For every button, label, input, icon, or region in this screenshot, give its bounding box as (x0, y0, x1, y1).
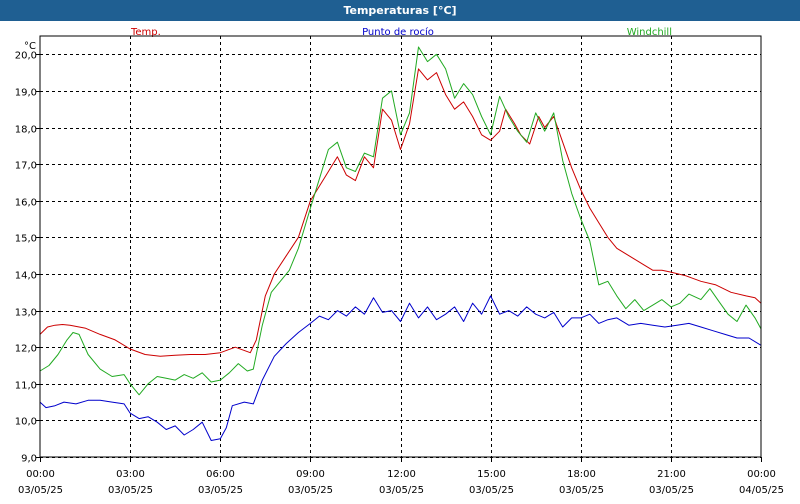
x-tick-date-label: 04/05/25 (739, 485, 784, 496)
x-tick-time-label: 12:00 (387, 469, 416, 480)
y-tick-label: 12,0 (15, 344, 37, 355)
chart-title: Temperaturas [°C] (343, 4, 457, 17)
x-axis-ticks: 00:00 03/05/25 03:00 03/05/25 06:00 03/05/25 0… (18, 457, 784, 496)
y-axis-ticks: 9,0 10,0 11,0 12,0 13,0 14,0 15,0 16,0 17,0 18,0 1… (15, 51, 40, 465)
chart-area: Temp. Punto de rocío Windchill °C 9,0 10,0 1… (0, 21, 800, 500)
x-tick-time-label: 18:00 (567, 469, 596, 480)
x-tick-date-label: 03/05/25 (108, 485, 153, 496)
x-tick-time-label: 00:00 (747, 469, 776, 480)
x-tick-time-label: 06:00 (206, 469, 235, 480)
x-tick-date-label: 03/05/25 (469, 485, 514, 496)
series-line-2 (39, 46, 762, 396)
y-tick-label: 10,0 (15, 417, 37, 428)
y-tick-label: 15,0 (15, 234, 37, 245)
y-tick-label: 14,0 (15, 271, 37, 282)
y-tick-label: 9,0 (21, 454, 37, 465)
x-tick-time-label: 00:00 (26, 469, 55, 480)
series-line-0 (39, 68, 762, 357)
x-tick-time-label: 03:00 (116, 469, 145, 480)
plot-frame (39, 35, 762, 458)
x-tick-time-label: 09:00 (296, 469, 325, 480)
x-tick-date-label: 03/05/25 (379, 485, 424, 496)
y-tick-label: 13,0 (15, 308, 37, 319)
y-tick-label: 18,0 (15, 125, 37, 136)
y-tick-label: 19,0 (15, 88, 37, 99)
y-tick-label: 20,0 (15, 51, 37, 62)
grid (40, 36, 761, 458)
series-lines (39, 46, 762, 441)
x-tick-time-label: 21:00 (657, 469, 686, 480)
x-tick-date-label: 03/05/25 (649, 485, 694, 496)
y-tick-label: 16,0 (15, 198, 37, 209)
x-tick-time-label: 15:00 (477, 469, 506, 480)
y-tick-label: 17,0 (15, 161, 37, 172)
temperature-chart: Temp. Punto de rocío Windchill °C 9,010,01… (15, 26, 784, 496)
x-tick-date-label: 03/05/25 (288, 485, 333, 496)
chart-title-bar: Temperaturas [°C] (0, 0, 800, 21)
x-tick-date-label: 03/05/25 (198, 485, 243, 496)
x-tick-date-label: 03/05/25 (559, 485, 604, 496)
x-tick-date-label: 03/05/25 (18, 485, 63, 496)
series-line-1 (39, 295, 762, 441)
y-tick-label: 11,0 (15, 381, 37, 392)
